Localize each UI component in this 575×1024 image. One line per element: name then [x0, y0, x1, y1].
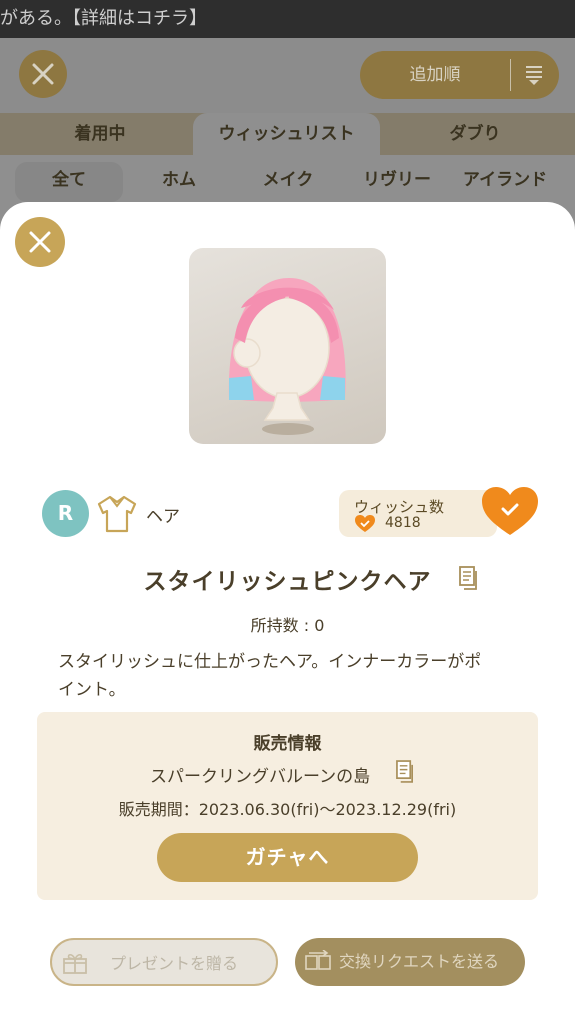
subtab-home[interactable]: ホム: [125, 162, 233, 202]
sort-label: 追加順: [409, 65, 461, 85]
owned-count: 所持数 : 0: [250, 616, 325, 635]
wishlist-heart-button[interactable]: [482, 487, 538, 537]
wish-count-value: 4818: [385, 515, 421, 531]
send-exchange-request-button[interactable]: 交換リクエストを送る: [295, 938, 525, 986]
subtab-all[interactable]: 全て: [15, 162, 123, 202]
close-icon: [32, 63, 54, 85]
close-icon: [29, 231, 51, 253]
info-banner[interactable]: がある。【詳細はコチラ】: [0, 0, 575, 38]
close-button[interactable]: [15, 217, 65, 267]
rarity-badge: R: [42, 490, 89, 537]
hair-preview-icon: [228, 278, 346, 435]
info-banner-text: がある。【詳細はコチラ】: [0, 8, 207, 29]
exchange-icon: [305, 950, 331, 970]
subtab-livly[interactable]: リヴリー: [343, 162, 451, 202]
gift-icon: [63, 953, 87, 974]
tab-wearing[interactable]: 着用中: [30, 113, 170, 155]
tab-wishlist[interactable]: ウィッシュリスト: [193, 113, 380, 155]
sales-place: スパークリングバルーンの島: [150, 767, 371, 787]
item-image: [189, 248, 386, 444]
shirt-icon: [97, 495, 137, 533]
wish-count-title: ウィッシュ数: [354, 498, 445, 516]
copy-icon[interactable]: [396, 760, 415, 783]
subtab-makeup[interactable]: メイク: [234, 162, 342, 202]
sort-button[interactable]: 追加順: [360, 51, 559, 99]
send-present-label: プレゼントを贈る: [110, 954, 239, 973]
sort-divider: [510, 59, 511, 91]
category-label: ヘア: [146, 507, 180, 527]
go-to-gacha-button[interactable]: ガチャへ: [157, 833, 418, 882]
item-name: スタイリッシュピンクヘア: [143, 569, 432, 595]
tab-duplicates[interactable]: ダブり: [405, 113, 545, 155]
back-close-button[interactable]: [19, 50, 67, 98]
subtab-island[interactable]: アイランド: [450, 162, 560, 202]
sort-icon: [526, 66, 542, 85]
heart-icon: [355, 515, 375, 532]
item-description: スタイリッシュに仕上がったヘア。インナーカラーがポイント。: [58, 652, 482, 700]
send-exchange-label: 交換リクエストを送る: [339, 952, 500, 971]
send-present-button[interactable]: プレゼントを贈る: [50, 938, 278, 986]
copy-icon[interactable]: [459, 566, 479, 590]
sales-title: 販売情報: [253, 734, 322, 754]
sales-period: 販売期間：2023.06.30(fri)〜2023.12.29(fri): [118, 800, 457, 819]
